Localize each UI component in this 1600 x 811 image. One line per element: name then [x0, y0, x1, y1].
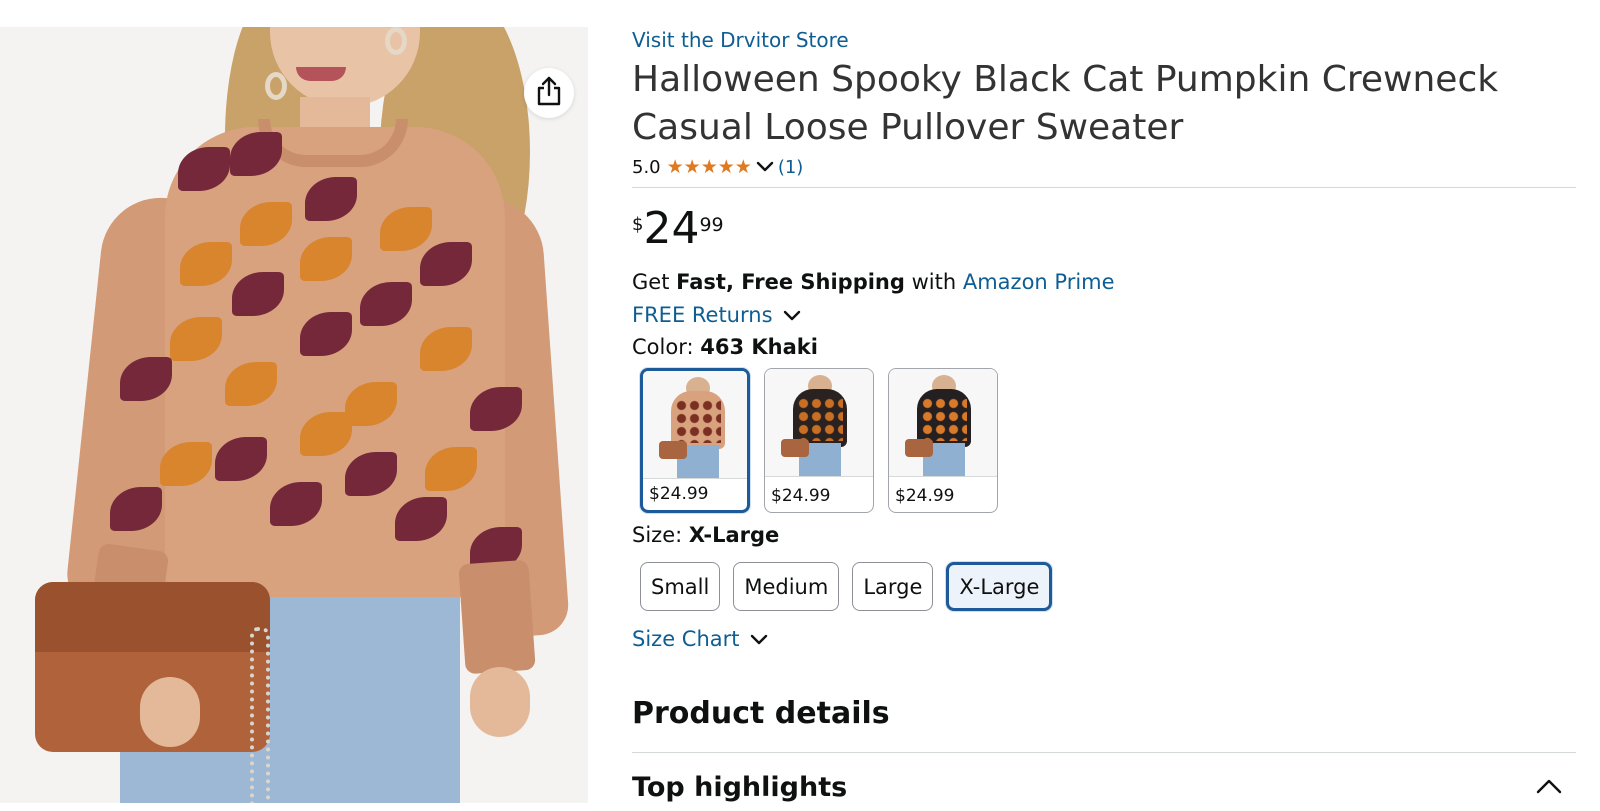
- size-option-large[interactable]: Large: [852, 562, 934, 611]
- swatch-price: $24.99: [649, 484, 709, 504]
- swatch-price: $24.99: [771, 486, 831, 506]
- rating-row: 5.0 ★★★★★ (1): [632, 156, 803, 178]
- swatch-pattern: [797, 397, 843, 441]
- product-title: Halloween Spooky Black Cat Pumpkin Crewn…: [632, 59, 1499, 148]
- rating-value: 5.0: [632, 156, 661, 178]
- store-link[interactable]: Visit the Drvitor Store: [632, 28, 849, 52]
- shipping-info: Get Fast, Free Shipping with Amazon Prim…: [632, 270, 1115, 294]
- hand-right: [470, 667, 530, 737]
- size-selected-value: X-Large: [688, 523, 780, 547]
- shipping-middle: with: [911, 270, 957, 294]
- prime-link[interactable]: Amazon Prime: [963, 270, 1115, 294]
- price: $ 24 99: [632, 204, 724, 254]
- size-chart-link[interactable]: Size Chart: [632, 627, 768, 651]
- swatch-bag: [781, 439, 809, 457]
- chevron-down-icon: [740, 627, 768, 651]
- color-swatches: $24.99 $24.99 $24.99: [640, 368, 998, 513]
- size-option-x-large[interactable]: X-Large: [946, 562, 1053, 611]
- star-rating-icon[interactable]: ★★★★★: [667, 156, 752, 178]
- color-label: Color: 463 Khaki: [632, 335, 818, 359]
- free-returns-link[interactable]: FREE Returns: [632, 303, 801, 327]
- swatch-image: [643, 371, 747, 479]
- top-highlights-heading: Top highlights: [632, 772, 848, 803]
- price-fraction: 99: [699, 214, 724, 236]
- free-returns-label: FREE Returns: [632, 303, 773, 327]
- swatch-image: [889, 369, 997, 477]
- share-button[interactable]: [524, 68, 574, 118]
- top-highlights-toggle[interactable]: Top highlights: [632, 772, 1576, 803]
- divider: [632, 752, 1576, 753]
- swatch-image: [765, 369, 873, 477]
- chevron-down-icon: [773, 303, 801, 327]
- model-lips: [296, 67, 346, 81]
- color-selected-value: 463 Khaki: [700, 335, 818, 359]
- size-option-small[interactable]: Small: [640, 562, 721, 611]
- handbag-flap: [35, 582, 270, 652]
- chevron-up-icon: [1536, 778, 1562, 798]
- swatch-pattern: [675, 399, 721, 443]
- size-options: Small Medium Large X-Large: [640, 562, 1053, 611]
- hand-left: [140, 677, 200, 747]
- product-details-heading: Product details: [632, 696, 890, 731]
- product-image[interactable]: [0, 27, 588, 803]
- chevron-down-icon[interactable]: [756, 161, 774, 173]
- swatch-pattern: [921, 397, 967, 441]
- shipping-prefix: Get: [632, 270, 670, 294]
- swatch-bag: [905, 439, 933, 457]
- size-chart-label: Size Chart: [632, 627, 740, 651]
- earring-left: [265, 72, 287, 100]
- color-swatch[interactable]: $24.99: [764, 368, 874, 513]
- size-label-text: Size:: [632, 523, 683, 547]
- handbag-chain: [250, 627, 270, 803]
- color-label-text: Color:: [632, 335, 694, 359]
- size-option-medium[interactable]: Medium: [733, 562, 840, 611]
- swatch-bag: [659, 441, 687, 459]
- earring-right: [385, 27, 407, 55]
- sweater-cuff-right: [458, 559, 536, 675]
- size-label: Size: X-Large: [632, 523, 779, 547]
- swatch-price: $24.99: [895, 486, 955, 506]
- color-swatch[interactable]: $24.99: [640, 368, 750, 513]
- price-symbol: $: [632, 214, 644, 235]
- rating-count-link[interactable]: (1): [778, 157, 804, 178]
- shipping-bold: Fast, Free Shipping: [676, 270, 905, 294]
- color-swatch[interactable]: $24.99: [888, 368, 998, 513]
- price-whole: 24: [643, 203, 700, 254]
- divider: [632, 187, 1576, 188]
- share-icon: [536, 76, 562, 110]
